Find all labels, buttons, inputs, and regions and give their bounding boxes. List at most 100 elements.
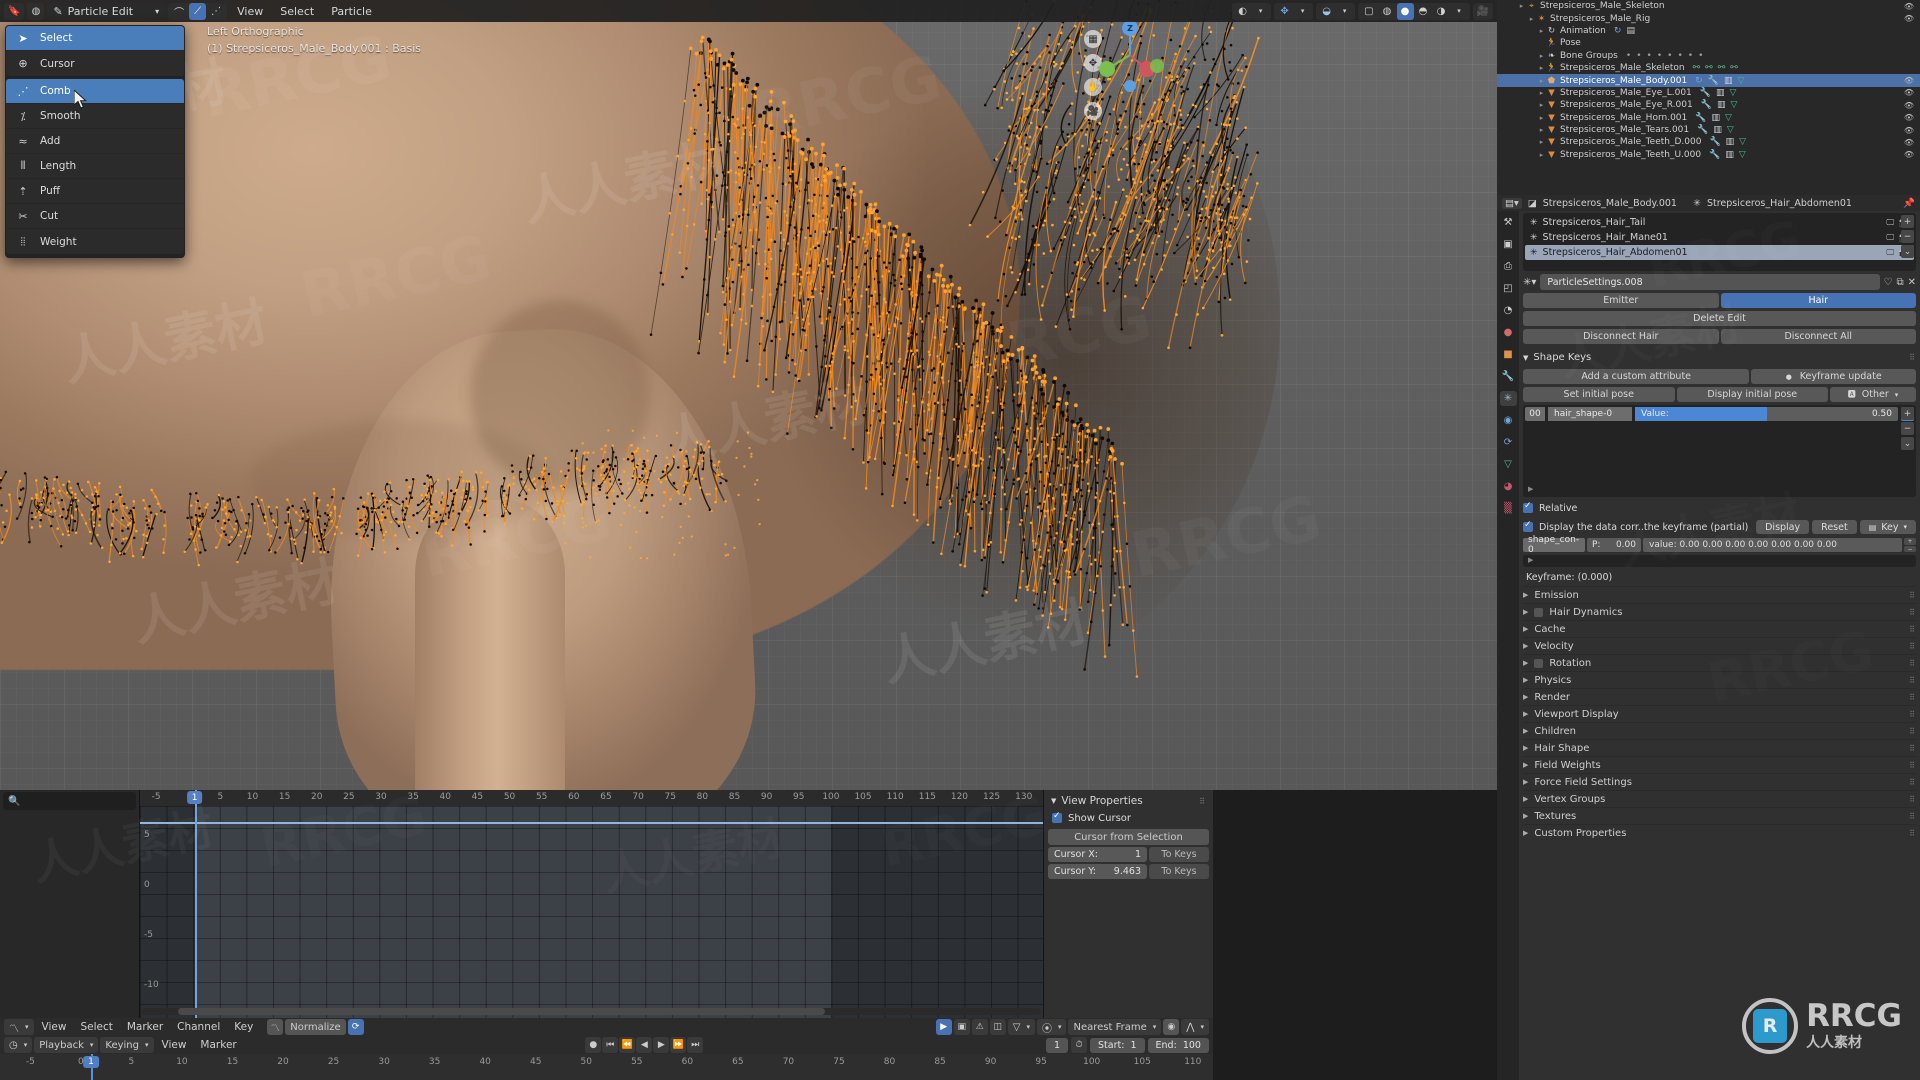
particle-list-specials-button[interactable]: ⌄	[1901, 245, 1914, 258]
disclosure-triangle-icon[interactable]: ▸	[1537, 114, 1546, 122]
particle-settings-name-field[interactable]: ParticleSettings.008	[1540, 274, 1879, 290]
relative-checkbox[interactable]	[1523, 503, 1533, 513]
dot[interactable]: •	[1688, 51, 1693, 61]
next-keyframe-icon[interactable]: ⏩	[670, 1037, 686, 1053]
graph-editor-header[interactable]: 〽 ▾ View Select Marker Channel Key 〽 Nor…	[0, 1018, 1213, 1036]
visibility-eye-icon[interactable]: 👁	[1904, 126, 1914, 135]
property-section-render[interactable]: ▶ Render ⠿	[1523, 688, 1916, 705]
property-section-children[interactable]: ▶ Children ⠿	[1523, 722, 1916, 739]
bone-icon[interactable]: ⚯	[1730, 63, 1738, 73]
animation-icon[interactable]: ↻	[1695, 76, 1703, 86]
shading-options-icon[interactable]: ◑	[1433, 3, 1450, 20]
chevron-down-icon[interactable]: ▾	[1451, 3, 1468, 20]
outliner-row[interactable]: ▸ ▼ Strepsiceros_Male_Horn.001 🔧 ▥ ▽ 👁	[1497, 112, 1920, 124]
render-tab[interactable]: ▣	[1500, 237, 1517, 252]
bone-icon[interactable]: ⚯	[1693, 63, 1701, 73]
normalize-icon[interactable]: 〽	[267, 1019, 283, 1035]
disconnect-all-button[interactable]: Disconnect All	[1721, 329, 1917, 344]
property-section-custom-properties[interactable]: ▶ Custom Properties ⠿	[1523, 824, 1916, 841]
monitor-icon[interactable]: 🖵	[1886, 248, 1894, 258]
tool-item-smooth[interactable]: ⁒ Smooth	[6, 104, 184, 129]
bone-icon[interactable]: ⚯	[1705, 63, 1713, 73]
properties-section-list[interactable]: ▶ Emission ⠿ ▶ Hair Dynamics ⠿ ▶ Cache ⠿ ▶ Velocit…	[1523, 586, 1916, 841]
tool-item-puff[interactable]: ⇡ Puff	[6, 179, 184, 204]
constraint-p-field[interactable]: P: 0.00	[1587, 538, 1641, 552]
particles-icon[interactable]: ▥	[1726, 137, 1735, 147]
constraints-tab[interactable]: ⟳	[1500, 435, 1517, 450]
property-section-force-field-settings[interactable]: ▶ Force Field Settings ⠿	[1523, 773, 1916, 790]
object-mode-icon[interactable]: ◍	[27, 3, 44, 20]
property-section-viewport-display[interactable]: ▶ Viewport Display ⠿	[1523, 705, 1916, 722]
graph-menu-marker[interactable]: Marker	[121, 1019, 169, 1035]
output-tab[interactable]: ⎙	[1500, 259, 1517, 274]
property-section-emission[interactable]: ▶ Emission ⠿	[1523, 586, 1916, 603]
add-particle-system-button[interactable]: +	[1901, 215, 1914, 228]
view-gizmo[interactable]: Z	[1093, 18, 1167, 92]
particles-icon[interactable]: ▥	[1717, 100, 1726, 110]
select-mode-group[interactable]: ⌒ ⟋ ⋰	[168, 3, 227, 20]
outliner-row[interactable]: ▸ ▼ Strepsiceros_Male_Eye_R.001 🔧 ▥ ▽ 👁	[1497, 99, 1920, 111]
only-errors-icon[interactable]: ⚠	[972, 1019, 988, 1035]
snap-mode-dropdown[interactable]: Nearest Frame ▾	[1068, 1019, 1161, 1035]
pivot-point-icon[interactable]: ◉	[1163, 1019, 1179, 1035]
cursor-x-field[interactable]: Cursor X: 1	[1048, 847, 1147, 862]
mesh-data-icon[interactable]: ▽	[1730, 88, 1737, 98]
disclosure-triangle-icon[interactable]: ▸	[1537, 52, 1546, 60]
disclosure-triangle-icon[interactable]: ▸	[1517, 2, 1526, 10]
display-data-checkbox[interactable]	[1523, 522, 1533, 532]
tool-item-add[interactable]: ≈ Add	[6, 129, 184, 154]
cursor-y-row[interactable]: Cursor Y: 9.463 To Keys	[1048, 864, 1209, 879]
tool-item-weight[interactable]: ⦙⦙ Weight	[6, 229, 184, 254]
physics-tab[interactable]: ◉	[1500, 413, 1517, 428]
particles-icon[interactable]: ▥	[1725, 150, 1734, 160]
visibility-eye-icon[interactable]: 👁	[1904, 14, 1914, 23]
modifier-icon[interactable]: 🔧	[1709, 137, 1720, 147]
property-section-physics[interactable]: ▶ Physics ⠿	[1523, 671, 1916, 688]
modifier-icon[interactable]: 🔧	[1700, 88, 1711, 98]
timeline-menu-marker[interactable]: Marker	[194, 1037, 242, 1053]
proportional-edit-dropdown[interactable]: ⦿ ▾	[1037, 1019, 1067, 1035]
display-data-row[interactable]: Display the data corr..the keyframe (par…	[1523, 519, 1916, 535]
chevron-down-icon[interactable]: ▾	[1252, 3, 1269, 20]
particles-icon[interactable]: ▥	[1711, 113, 1720, 123]
chevron-down-icon[interactable]: ▾	[1294, 3, 1311, 20]
graph-editor-type-selector[interactable]: 〽 ▾	[4, 1019, 34, 1035]
outliner-row-icons[interactable]: ↻ ▤	[1614, 26, 1635, 36]
dopesheet-icon[interactable]: ▤	[1626, 26, 1635, 36]
world-tab[interactable]: ●	[1500, 325, 1517, 340]
emitter-option[interactable]: Emitter	[1523, 293, 1719, 308]
outliner-row-icons[interactable]: ⚯ ⚯ ⚯ ⚯	[1693, 63, 1738, 73]
outliner-row-icons[interactable]: 🔧 ▥ ▽	[1700, 88, 1737, 98]
property-section-hair-shape[interactable]: ▶ Hair Shape ⠿	[1523, 739, 1916, 756]
dot[interactable]: •	[1647, 51, 1652, 61]
tool-item-cut[interactable]: ✂ Cut	[6, 204, 184, 229]
object-tab[interactable]: ■	[1500, 347, 1517, 362]
other-dropdown[interactable]: 🅰 Other ▾	[1830, 387, 1916, 402]
play-icon[interactable]: ▶	[653, 1037, 669, 1053]
menu-select[interactable]: Select	[273, 3, 321, 20]
prev-keyframe-icon[interactable]: ⏪	[619, 1037, 635, 1053]
camera-nav-icon[interactable]: 🎥	[1084, 102, 1102, 120]
normalize-button[interactable]: Normalize	[285, 1019, 345, 1035]
disclosure-triangle-icon[interactable]: ▸	[1537, 64, 1546, 72]
material-tab[interactable]: ◕	[1500, 479, 1517, 494]
menu-particle[interactable]: Particle	[324, 3, 379, 20]
dot[interactable]: •	[1667, 51, 1672, 61]
editor-type-icon[interactable]: 🔖	[4, 3, 24, 20]
duplicate-icon[interactable]: ⧉	[1896, 277, 1903, 288]
add-custom-attribute-button[interactable]: Add a custom attribute	[1523, 369, 1749, 384]
visibility-dropdown[interactable]: ◐ ▾	[1232, 3, 1271, 20]
outliner-row[interactable]: ▸ ▼ Strepsiceros_Male_Teeth_U.000 🔧 ▥ ▽ 👁	[1497, 149, 1920, 161]
disclosure-triangle-icon[interactable]: ▸	[1537, 138, 1546, 146]
outliner-row-icons[interactable]: • • • • • • • •	[1626, 51, 1704, 61]
shape-key-specials-button[interactable]: ⌄	[1901, 437, 1914, 450]
timeline-header[interactable]: ◷ ▾ Playback ▾ Keying ▾ View Marker ● ⏮ …	[0, 1036, 1213, 1054]
shape-key-pose-row[interactable]: Set initial pose Display initial pose 🅰 …	[1523, 387, 1916, 402]
keying-dropdown[interactable]: Keying ▾	[100, 1037, 153, 1053]
disclosure-triangle-icon[interactable]: ▸	[1527, 15, 1536, 23]
outliner-row[interactable]: ▸ ❧ Bone Groups • • • • • • • •	[1497, 50, 1920, 62]
shape-key-attr-row[interactable]: Add a custom attribute ● Keyframe update	[1523, 369, 1916, 384]
particles-icon[interactable]: ▥	[1724, 76, 1733, 86]
cursor-y-to-keys-button[interactable]: To Keys	[1149, 864, 1209, 879]
hidden-channels-icon[interactable]: ▣	[954, 1019, 970, 1035]
